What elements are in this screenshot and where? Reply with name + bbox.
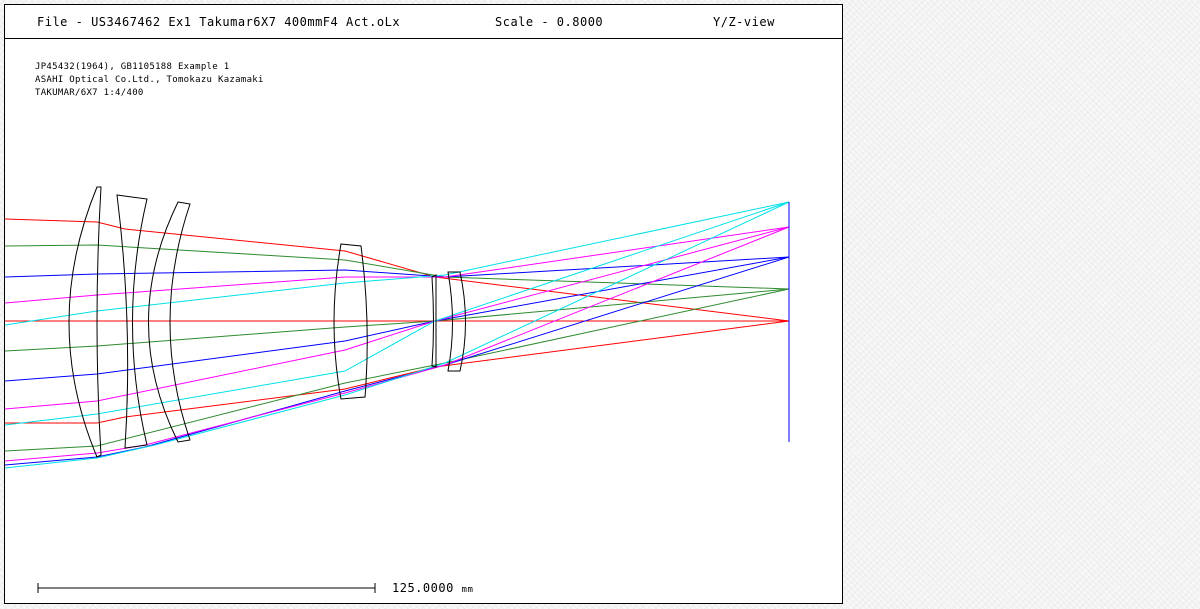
lens-element-3 <box>148 201 191 443</box>
scale-bar-label: 125.0000 mm <box>392 581 474 595</box>
ray-magenta <box>5 226 790 304</box>
layout-window: File - US3467462 Ex1 Takumar6X7 400mmF4 … <box>4 4 843 604</box>
ray-blue <box>5 256 790 382</box>
ray-blue <box>5 256 790 466</box>
ray-red <box>5 218 790 322</box>
ray-bundle <box>5 201 790 469</box>
ray-cyan <box>5 201 790 426</box>
scale-bar <box>37 583 376 593</box>
ray-green <box>5 288 790 452</box>
ray-magenta <box>5 226 790 410</box>
ray-red <box>5 320 790 424</box>
lens-layout-diagram <box>5 186 790 593</box>
